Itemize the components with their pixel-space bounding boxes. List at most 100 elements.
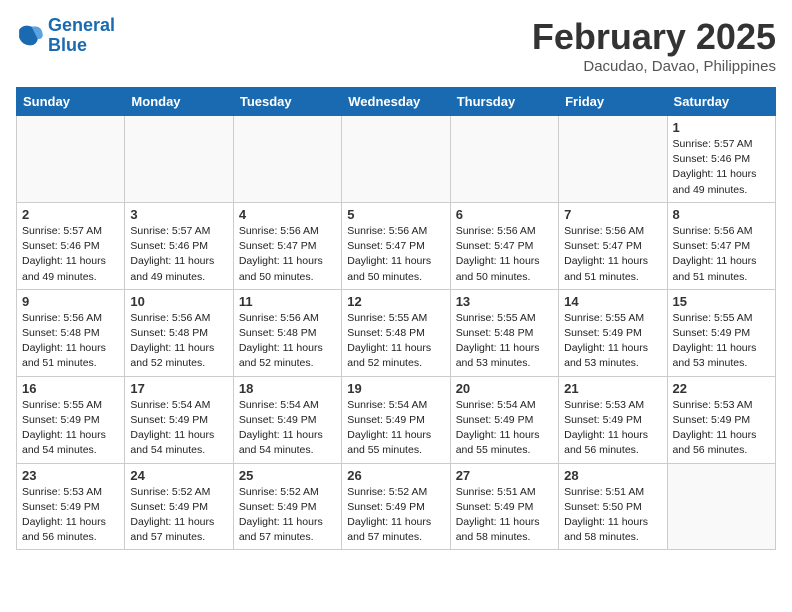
calendar-cell [233, 116, 341, 203]
day-info: Sunrise: 5:52 AM Sunset: 5:49 PM Dayligh… [239, 485, 336, 546]
calendar-cell: 2 Sunrise: 5:57 AM Sunset: 5:46 PM Daylig… [17, 202, 125, 289]
week-row-2: 2 Sunrise: 5:57 AM Sunset: 5:46 PM Daylig… [17, 202, 776, 289]
calendar-cell: 24 Sunrise: 5:52 AM Sunset: 5:49 PM Dayli… [125, 463, 233, 550]
day-number: 9 [22, 294, 119, 309]
day-info: Sunrise: 5:54 AM Sunset: 5:49 PM Dayligh… [347, 398, 444, 459]
calendar-cell: 15 Sunrise: 5:55 AM Sunset: 5:49 PM Dayli… [667, 289, 775, 376]
day-number: 6 [456, 207, 553, 222]
day-info: Sunrise: 5:55 AM Sunset: 5:48 PM Dayligh… [456, 311, 553, 372]
day-number: 12 [347, 294, 444, 309]
day-number: 2 [22, 207, 119, 222]
calendar-cell [559, 116, 667, 203]
day-info: Sunrise: 5:53 AM Sunset: 5:49 PM Dayligh… [564, 398, 661, 459]
weekday-header: Friday [559, 88, 667, 116]
calendar-cell: 13 Sunrise: 5:55 AM Sunset: 5:48 PM Dayli… [450, 289, 558, 376]
day-number: 25 [239, 468, 336, 483]
weekday-header: Thursday [450, 88, 558, 116]
day-number: 28 [564, 468, 661, 483]
day-number: 15 [673, 294, 770, 309]
day-number: 8 [673, 207, 770, 222]
calendar-table: SundayMondayTuesdayWednesdayThursdayFrid… [16, 87, 776, 550]
day-info: Sunrise: 5:52 AM Sunset: 5:49 PM Dayligh… [130, 485, 227, 546]
day-number: 27 [456, 468, 553, 483]
day-info: Sunrise: 5:57 AM Sunset: 5:46 PM Dayligh… [130, 224, 227, 285]
location: Dacudao, Davao, Philippines [532, 58, 776, 75]
day-info: Sunrise: 5:56 AM Sunset: 5:47 PM Dayligh… [564, 224, 661, 285]
calendar-cell: 4 Sunrise: 5:56 AM Sunset: 5:47 PM Daylig… [233, 202, 341, 289]
logo-text: General Blue [48, 16, 115, 56]
day-number: 5 [347, 207, 444, 222]
day-info: Sunrise: 5:56 AM Sunset: 5:47 PM Dayligh… [673, 224, 770, 285]
week-row-5: 23Sunrise: 5:53 AM Sunset: 5:49 PM Dayli… [17, 463, 776, 550]
weekday-header: Sunday [17, 88, 125, 116]
week-row-1: 1Sunrise: 5:57 AM Sunset: 5:46 PM Daylig… [17, 116, 776, 203]
day-number: 23 [22, 468, 119, 483]
day-number: 22 [673, 381, 770, 396]
weekday-header: Monday [125, 88, 233, 116]
calendar-cell: 5 Sunrise: 5:56 AM Sunset: 5:47 PM Daylig… [342, 202, 450, 289]
calendar-cell: 3 Sunrise: 5:57 AM Sunset: 5:46 PM Daylig… [125, 202, 233, 289]
calendar-cell: 21 Sunrise: 5:53 AM Sunset: 5:49 PM Dayli… [559, 376, 667, 463]
day-info: Sunrise: 5:56 AM Sunset: 5:47 PM Dayligh… [347, 224, 444, 285]
calendar-cell: 18 Sunrise: 5:54 AM Sunset: 5:49 PM Dayli… [233, 376, 341, 463]
day-info: Sunrise: 5:55 AM Sunset: 5:49 PM Dayligh… [673, 311, 770, 372]
day-info: Sunrise: 5:56 AM Sunset: 5:48 PM Dayligh… [130, 311, 227, 372]
day-number: 18 [239, 381, 336, 396]
day-info: Sunrise: 5:56 AM Sunset: 5:47 PM Dayligh… [239, 224, 336, 285]
calendar-cell: 14Sunrise: 5:55 AM Sunset: 5:49 PM Dayli… [559, 289, 667, 376]
calendar-cell: 8 Sunrise: 5:56 AM Sunset: 5:47 PM Daylig… [667, 202, 775, 289]
weekday-header: Tuesday [233, 88, 341, 116]
calendar-cell: 23Sunrise: 5:53 AM Sunset: 5:49 PM Dayli… [17, 463, 125, 550]
day-number: 16 [22, 381, 119, 396]
day-number: 26 [347, 468, 444, 483]
day-number: 13 [456, 294, 553, 309]
weekday-header-row: SundayMondayTuesdayWednesdayThursdayFrid… [17, 88, 776, 116]
calendar-cell: 20Sunrise: 5:54 AM Sunset: 5:49 PM Dayli… [450, 376, 558, 463]
day-info: Sunrise: 5:55 AM Sunset: 5:49 PM Dayligh… [22, 398, 119, 459]
day-number: 10 [130, 294, 227, 309]
calendar-cell: 10 Sunrise: 5:56 AM Sunset: 5:48 PM Dayli… [125, 289, 233, 376]
calendar-cell [667, 463, 775, 550]
day-info: Sunrise: 5:54 AM Sunset: 5:49 PM Dayligh… [456, 398, 553, 459]
week-row-3: 9 Sunrise: 5:56 AM Sunset: 5:48 PM Daylig… [17, 289, 776, 376]
day-number: 17 [130, 381, 227, 396]
day-info: Sunrise: 5:52 AM Sunset: 5:49 PM Dayligh… [347, 485, 444, 546]
day-info: Sunrise: 5:57 AM Sunset: 5:46 PM Dayligh… [673, 137, 770, 198]
weekday-header: Wednesday [342, 88, 450, 116]
day-info: Sunrise: 5:55 AM Sunset: 5:49 PM Dayligh… [564, 311, 661, 372]
calendar-cell: 11 Sunrise: 5:56 AM Sunset: 5:48 PM Dayli… [233, 289, 341, 376]
week-row-4: 16 Sunrise: 5:55 AM Sunset: 5:49 PM Dayli… [17, 376, 776, 463]
day-number: 24 [130, 468, 227, 483]
calendar-cell [17, 116, 125, 203]
day-number: 21 [564, 381, 661, 396]
calendar-cell: 1Sunrise: 5:57 AM Sunset: 5:46 PM Daylig… [667, 116, 775, 203]
month-title: February 2025 [532, 16, 776, 58]
day-info: Sunrise: 5:57 AM Sunset: 5:46 PM Dayligh… [22, 224, 119, 285]
calendar-cell: 26 Sunrise: 5:52 AM Sunset: 5:49 PM Dayli… [342, 463, 450, 550]
calendar-cell: 9 Sunrise: 5:56 AM Sunset: 5:48 PM Daylig… [17, 289, 125, 376]
day-info: Sunrise: 5:53 AM Sunset: 5:49 PM Dayligh… [673, 398, 770, 459]
day-info: Sunrise: 5:54 AM Sunset: 5:49 PM Dayligh… [239, 398, 336, 459]
weekday-header: Saturday [667, 88, 775, 116]
calendar-cell: 12Sunrise: 5:55 AM Sunset: 5:48 PM Dayli… [342, 289, 450, 376]
day-number: 19 [347, 381, 444, 396]
logo-icon [16, 22, 44, 50]
day-info: Sunrise: 5:51 AM Sunset: 5:49 PM Dayligh… [456, 485, 553, 546]
day-number: 4 [239, 207, 336, 222]
day-number: 3 [130, 207, 227, 222]
calendar-cell: 6 Sunrise: 5:56 AM Sunset: 5:47 PM Daylig… [450, 202, 558, 289]
day-info: Sunrise: 5:56 AM Sunset: 5:47 PM Dayligh… [456, 224, 553, 285]
day-number: 7 [564, 207, 661, 222]
day-number: 11 [239, 294, 336, 309]
calendar-cell: 16 Sunrise: 5:55 AM Sunset: 5:49 PM Dayli… [17, 376, 125, 463]
calendar-cell: 7 Sunrise: 5:56 AM Sunset: 5:47 PM Daylig… [559, 202, 667, 289]
calendar-cell: 28 Sunrise: 5:51 AM Sunset: 5:50 PM Dayli… [559, 463, 667, 550]
day-info: Sunrise: 5:51 AM Sunset: 5:50 PM Dayligh… [564, 485, 661, 546]
day-info: Sunrise: 5:56 AM Sunset: 5:48 PM Dayligh… [22, 311, 119, 372]
day-info: Sunrise: 5:56 AM Sunset: 5:48 PM Dayligh… [239, 311, 336, 372]
calendar-cell: 27 Sunrise: 5:51 AM Sunset: 5:49 PM Dayli… [450, 463, 558, 550]
page-header: General Blue February 2025 Dacudao, Dava… [16, 16, 776, 75]
calendar-cell [125, 116, 233, 203]
title-block: February 2025 Dacudao, Davao, Philippine… [532, 16, 776, 75]
calendar-cell: 25 Sunrise: 5:52 AM Sunset: 5:49 PM Dayli… [233, 463, 341, 550]
